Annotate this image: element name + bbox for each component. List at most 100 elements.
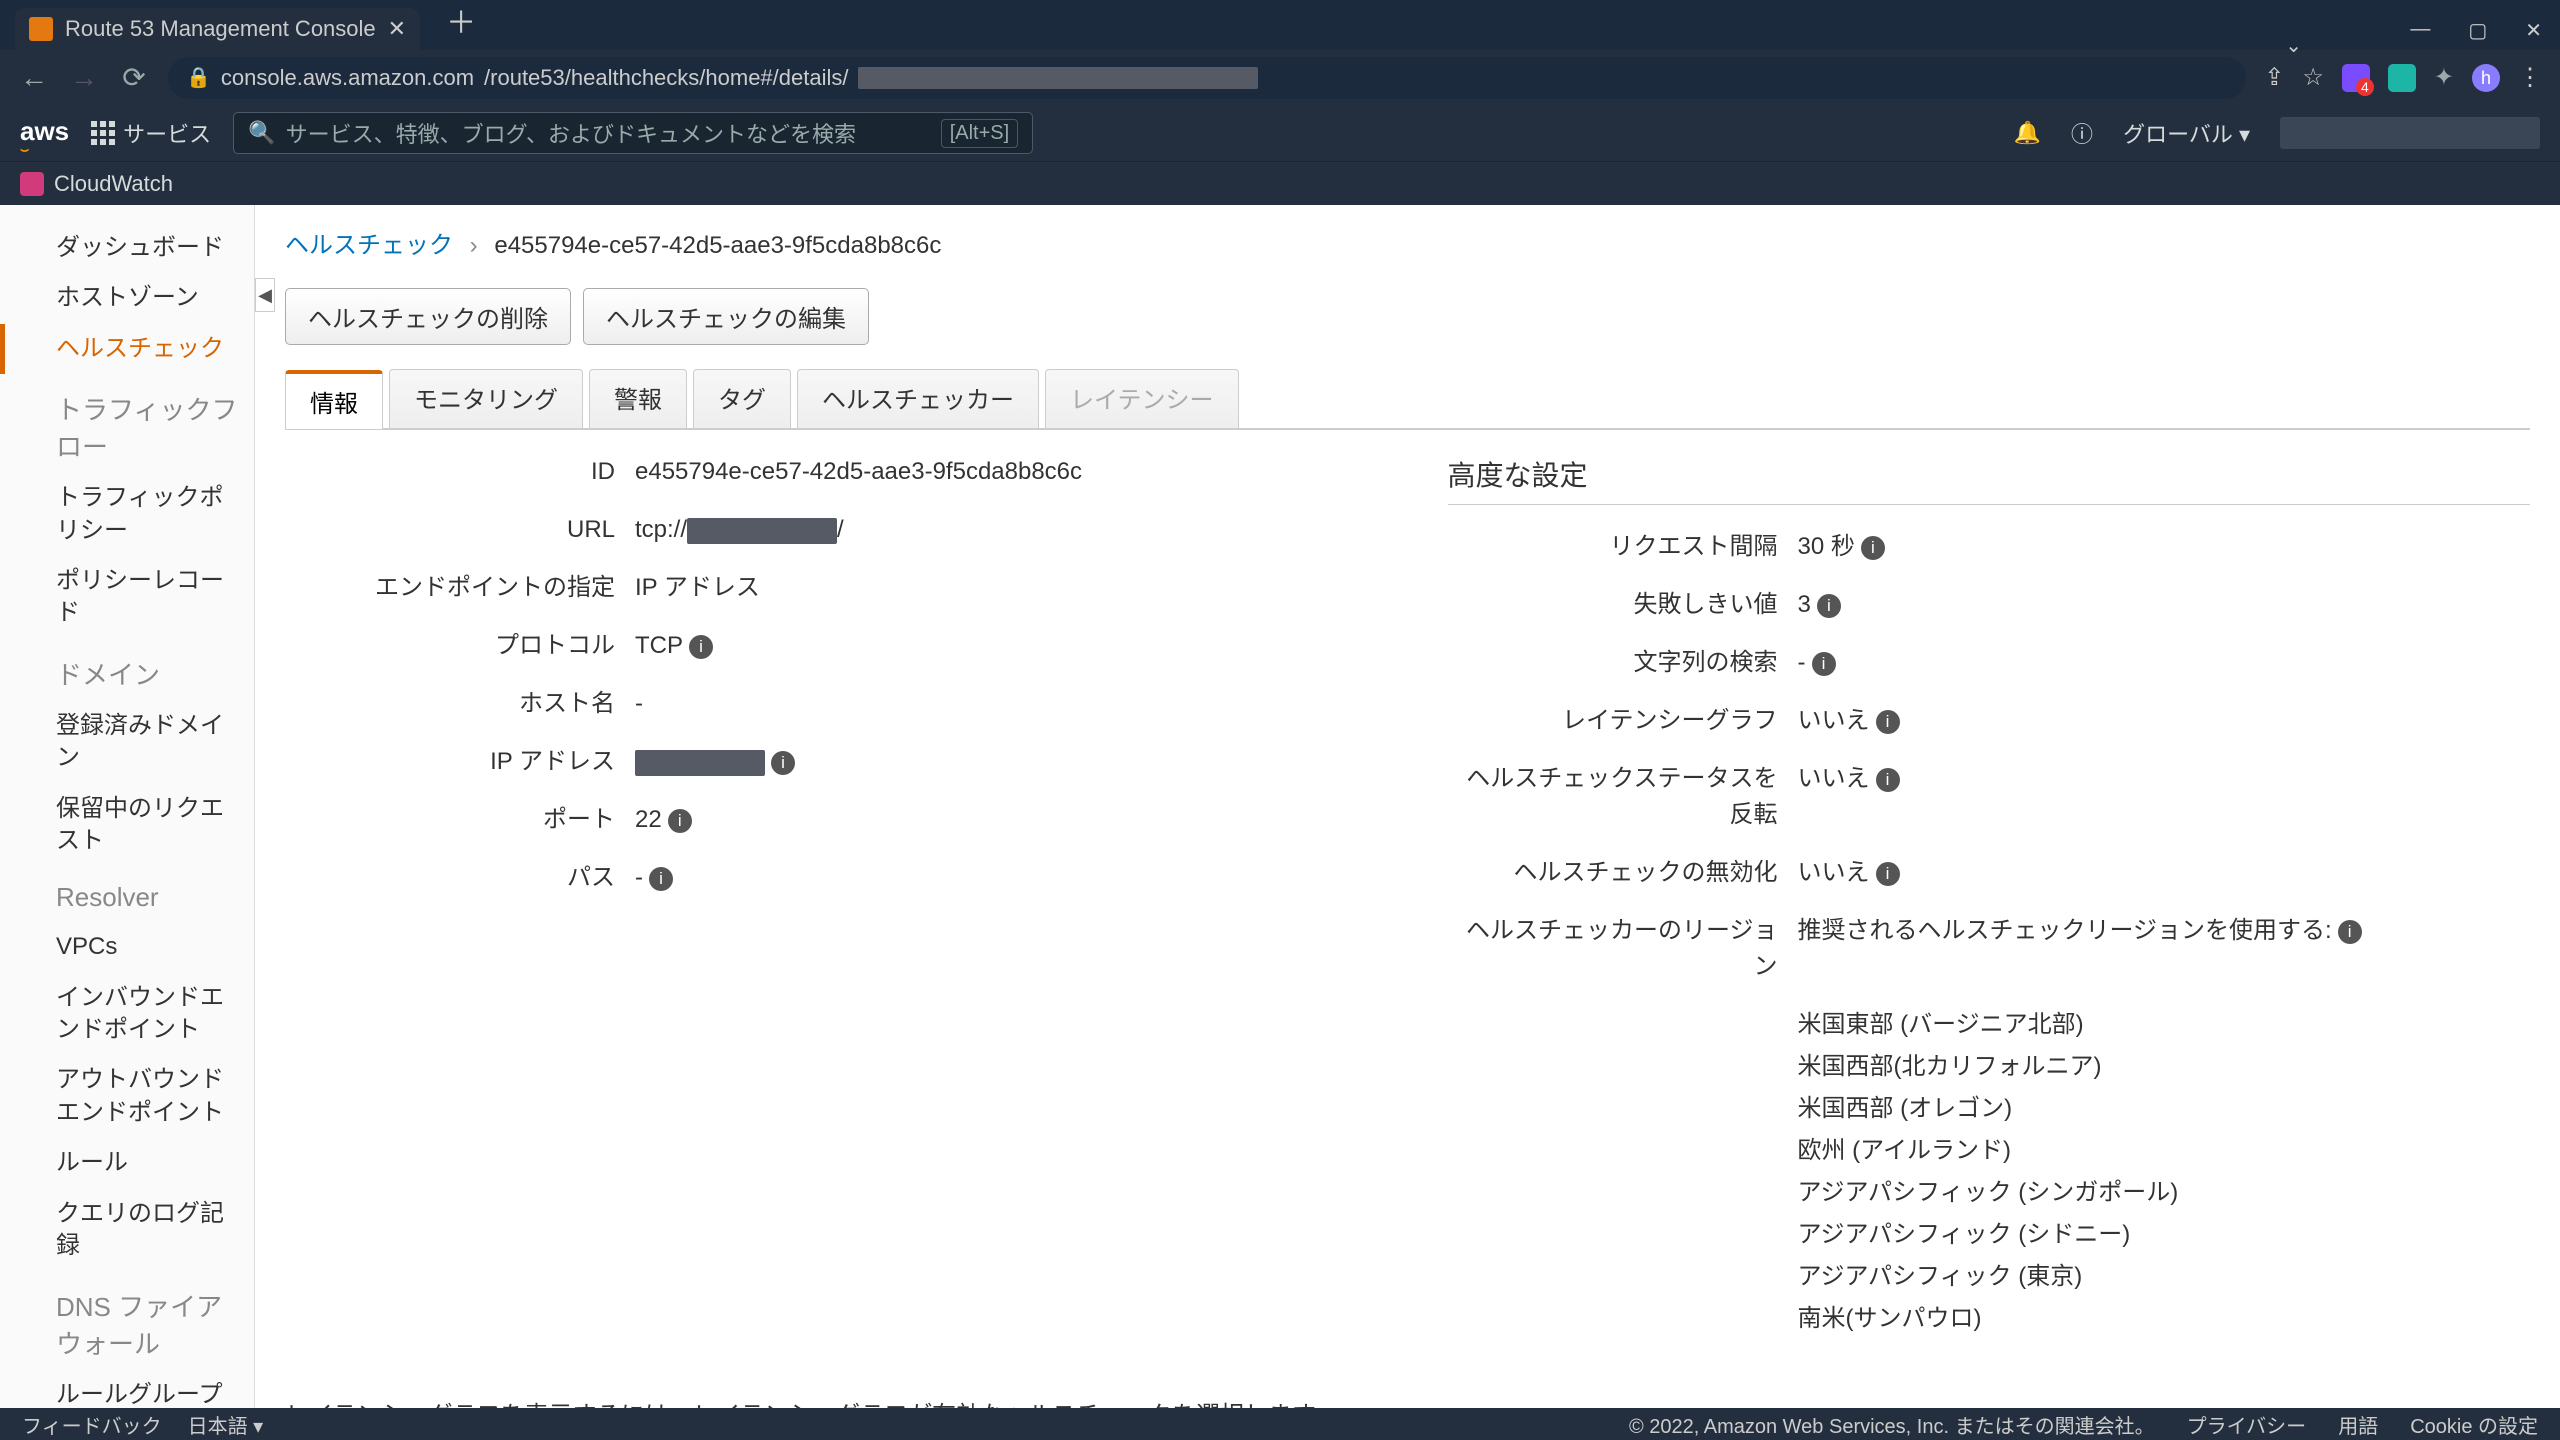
detail-columns: IDe455794e-ce57-42d5-aae3-9f5cda8b8c6c U…: [285, 454, 2530, 1365]
tab-title: Route 53 Management Console: [65, 16, 376, 42]
browser-tab[interactable]: Route 53 Management Console ✕: [15, 8, 420, 50]
label-regions: ヘルスチェッカーのリージョン: [1448, 913, 1798, 985]
profile-avatar[interactable]: h: [2472, 64, 2500, 92]
sidebar-item-inbound-endpoints[interactable]: インバウンドエンドポイント: [0, 973, 254, 1056]
info-icon[interactable]: i: [668, 809, 692, 833]
label-ip: IP アドレス: [285, 744, 635, 780]
sidebar-item-rule-groups[interactable]: ルールグループ: [0, 1370, 254, 1408]
url-redacted: [687, 518, 837, 544]
latency-note: レイテンシーグラフを表示するには、レイテンシーグラフが有効なヘルスチェックを選択…: [285, 1395, 2530, 1408]
account-redacted[interactable]: [2280, 117, 2540, 149]
notifications-icon[interactable]: 🔔: [2014, 120, 2041, 146]
reload-button[interactable]: ⟳: [118, 61, 150, 94]
main-area: ダッシュボード ホストゾーン ヘルスチェック トラフィックフロー トラフィックポ…: [0, 205, 2560, 1408]
footer-language-selector[interactable]: 日本語 ▾: [188, 1410, 264, 1439]
window-controls: ⌄ — ▢ ✕: [2402, 10, 2550, 51]
content-pane: ヘルスチェック › e455794e-ce57-42d5-aae3-9f5cda…: [255, 205, 2560, 1408]
tab-monitoring[interactable]: モニタリング: [389, 369, 583, 428]
footer-cookie[interactable]: Cookie の設定: [2410, 1410, 2538, 1439]
aws-search-input[interactable]: 🔍 サービス、特徴、ブログ、およびドキュメントなどを検索 [Alt+S]: [233, 112, 1033, 154]
value-threshold: 3i: [1798, 587, 2531, 623]
sidebar-item-hosted-zones[interactable]: ホストゾーン: [0, 273, 254, 323]
footer-feedback[interactable]: フィードバック: [22, 1410, 162, 1439]
label-invert: ヘルスチェックステータスを反転: [1448, 761, 1798, 833]
sidebar: ダッシュボード ホストゾーン ヘルスチェック トラフィックフロー トラフィックポ…: [0, 205, 255, 1408]
aws-top-right: 🔔 ⓘ グローバル ▾: [2014, 117, 2540, 149]
region-selector[interactable]: グローバル ▾: [2123, 117, 2250, 149]
sidebar-item-vpcs[interactable]: VPCs: [0, 922, 254, 972]
close-tab-icon[interactable]: ✕: [388, 16, 406, 42]
info-icon[interactable]: i: [2338, 920, 2362, 944]
help-icon[interactable]: ⓘ: [2071, 117, 2093, 149]
maximize-button[interactable]: ▢: [2460, 10, 2495, 51]
cloudwatch-icon: [20, 172, 44, 196]
label-threshold: 失敗しきい値: [1448, 587, 1798, 623]
forward-button[interactable]: →: [68, 62, 100, 94]
info-icon[interactable]: i: [1876, 710, 1900, 734]
star-icon[interactable]: ☆: [2302, 63, 2324, 92]
region-item: アジアパシフィック (東京): [1798, 1259, 2531, 1295]
tab-tags[interactable]: タグ: [693, 369, 791, 428]
info-icon[interactable]: i: [1817, 594, 1841, 618]
url-input[interactable]: 🔒 console.aws.amazon.com/route53/healthc…: [168, 57, 2246, 99]
tab-alarms[interactable]: 警報: [589, 369, 687, 428]
search-placeholder: サービス、特徴、ブログ、およびドキュメントなどを検索: [286, 117, 856, 149]
info-icon[interactable]: i: [689, 635, 713, 659]
value-ip: i: [635, 744, 1368, 780]
detail-tab-strip: 情報 モニタリング 警報 タグ ヘルスチェッカー レイテンシー: [285, 369, 2530, 430]
sidebar-item-traffic-policy[interactable]: トラフィックポリシー: [0, 473, 254, 556]
footer-terms[interactable]: 用語: [2338, 1410, 2378, 1439]
sidebar-item-registered-domains[interactable]: 登録済みドメイン: [0, 701, 254, 784]
extension-icon[interactable]: [2388, 64, 2416, 92]
kebab-menu-icon[interactable]: ⋮: [2518, 63, 2542, 92]
advanced-heading: 高度な設定: [1448, 454, 2531, 505]
footer-privacy[interactable]: プライバシー: [2187, 1410, 2307, 1439]
info-icon[interactable]: i: [1861, 536, 1885, 560]
extensions-icon[interactable]: ✦: [2434, 63, 2454, 92]
value-url: tcp:///: [635, 512, 1368, 548]
sidebar-item-health-checks[interactable]: ヘルスチェック: [0, 324, 254, 374]
aws-logo[interactable]: aws⌣: [20, 116, 69, 151]
info-icon[interactable]: i: [649, 867, 673, 891]
label-latency-graph: レイテンシーグラフ: [1448, 703, 1798, 739]
region-item: アジアパシフィック (シドニー): [1798, 1217, 2531, 1253]
sidebar-item-policy-record[interactable]: ポリシーレコード: [0, 556, 254, 639]
sidebar-item-pending-requests[interactable]: 保留中のリクエスト: [0, 784, 254, 867]
extension-icon[interactable]: [2342, 64, 2370, 92]
tab-health-checkers[interactable]: ヘルスチェッカー: [797, 369, 1039, 428]
info-icon[interactable]: i: [1876, 768, 1900, 792]
chevron-down-icon[interactable]: ⌄: [2277, 25, 2310, 66]
tab-info[interactable]: 情報: [285, 370, 383, 429]
edit-health-check-button[interactable]: ヘルスチェックの編集: [583, 288, 869, 345]
close-window-button[interactable]: ✕: [2517, 10, 2550, 51]
label-protocol: プロトコル: [285, 628, 635, 664]
sub-service-link[interactable]: CloudWatch: [54, 171, 173, 197]
addr-icon-group: ⇪ ☆ ✦ h ⋮: [2264, 63, 2542, 92]
info-icon[interactable]: i: [1876, 862, 1900, 886]
new-tab-button[interactable]: ＋: [438, 0, 484, 50]
browser-tab-bar: Route 53 Management Console ✕ ＋: [0, 0, 2560, 50]
label-string: 文字列の検索: [1448, 645, 1798, 681]
value-latency-graph: いいえi: [1798, 703, 2531, 739]
sidebar-item-rules[interactable]: ルール: [0, 1138, 254, 1188]
sidebar-item-outbound-endpoints[interactable]: アウトバウンドエンドポイント: [0, 1055, 254, 1138]
share-icon[interactable]: ⇪: [2264, 63, 2284, 92]
sidebar-item-dashboard[interactable]: ダッシュボード: [0, 223, 254, 273]
breadcrumb: ヘルスチェック › e455794e-ce57-42d5-aae3-9f5cda…: [285, 225, 2530, 260]
footer-bar: フィードバック 日本語 ▾ © 2022, Amazon Web Service…: [0, 1408, 2560, 1440]
delete-health-check-button[interactable]: ヘルスチェックの削除: [285, 288, 571, 345]
back-button[interactable]: ←: [18, 62, 50, 94]
minimize-button[interactable]: —: [2402, 10, 2438, 51]
services-menu-button[interactable]: サービス: [91, 117, 211, 149]
url-host: console.aws.amazon.com: [221, 65, 474, 91]
sidebar-item-query-logging[interactable]: クエリのログ記録: [0, 1189, 254, 1272]
value-invert: いいえi: [1798, 761, 2531, 833]
url-redacted: [858, 67, 1258, 89]
info-icon[interactable]: i: [1812, 652, 1836, 676]
value-protocol: TCPi: [635, 628, 1368, 664]
sidebar-collapse-button[interactable]: ◀: [255, 278, 275, 312]
region-item: 米国西部(北カリフォルニア): [1798, 1049, 2531, 1085]
value-string: -i: [1798, 645, 2531, 681]
breadcrumb-parent[interactable]: ヘルスチェック: [285, 232, 453, 259]
info-icon[interactable]: i: [771, 751, 795, 775]
